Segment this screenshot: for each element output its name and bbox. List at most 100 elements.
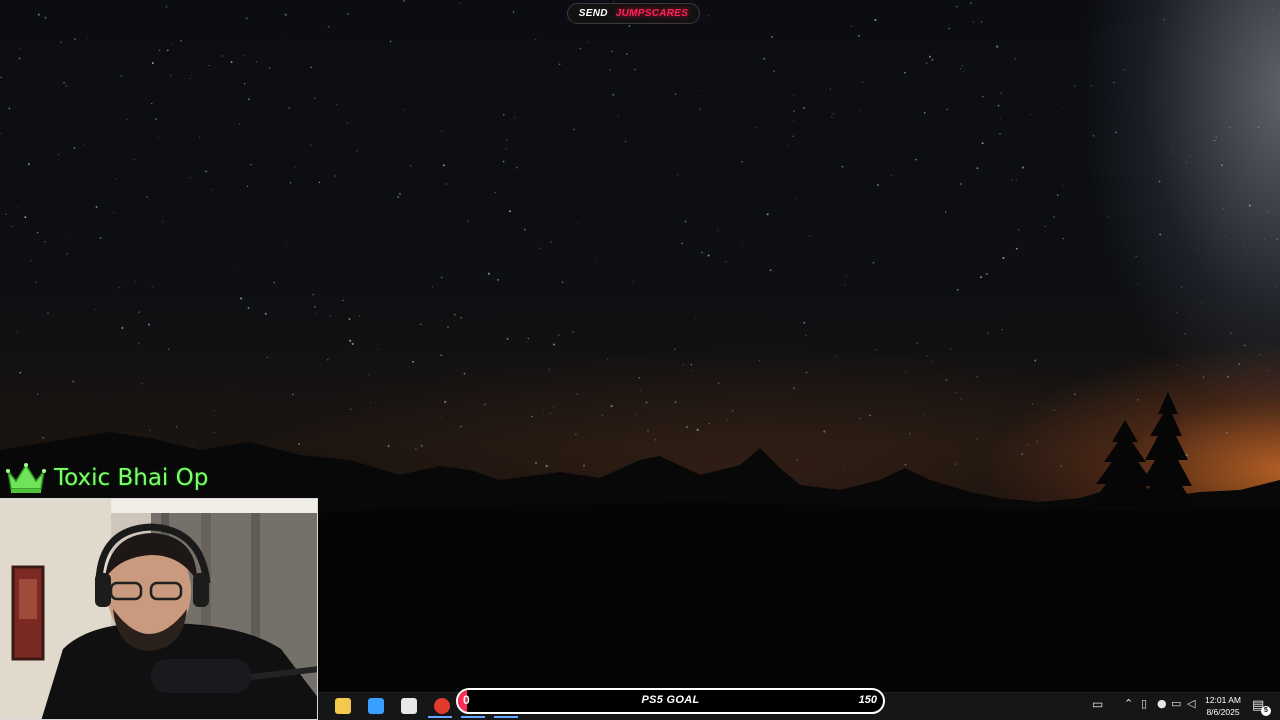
star — [539, 247, 541, 249]
star — [1197, 249, 1198, 251]
star — [857, 34, 860, 37]
keyboard-icon[interactable]: ▭ — [1092, 697, 1103, 711]
taskbar-clock[interactable]: 12:01 AM 8/6/2025 — [1200, 694, 1246, 718]
star — [862, 81, 864, 84]
star — [347, 13, 349, 15]
star — [162, 221, 164, 223]
star — [1000, 92, 1002, 94]
star — [905, 370, 907, 372]
star — [460, 316, 463, 319]
star — [410, 165, 412, 167]
star — [707, 254, 710, 257]
star — [154, 118, 157, 120]
star — [60, 41, 62, 44]
star — [420, 68, 422, 70]
network-icon[interactable]: ▭ — [1171, 697, 1181, 710]
star — [447, 164, 449, 166]
star — [803, 321, 806, 324]
star — [872, 261, 875, 264]
star — [138, 311, 141, 314]
star — [34, 281, 37, 284]
star — [506, 138, 508, 141]
star — [923, 111, 926, 114]
star — [463, 372, 466, 375]
clock-time: 12:01 AM — [1205, 695, 1241, 705]
device-icon[interactable]: ▯ — [1141, 697, 1147, 710]
star — [904, 71, 906, 74]
star — [1244, 344, 1246, 347]
microphone-icon[interactable]: ● — [1157, 697, 1167, 710]
star — [1188, 155, 1191, 157]
star — [956, 5, 958, 8]
star — [609, 69, 611, 71]
star — [579, 47, 582, 50]
star — [1092, 134, 1095, 137]
star — [1017, 229, 1020, 231]
star — [717, 230, 719, 231]
star — [844, 284, 846, 286]
star — [18, 57, 21, 60]
store-icon[interactable] — [368, 698, 384, 714]
star — [613, 0, 615, 3]
star — [5, 213, 7, 215]
streamer-name: Toxic Bhai Op — [54, 465, 209, 491]
star — [24, 216, 27, 219]
star — [1030, 114, 1032, 116]
star — [11, 226, 13, 228]
star — [446, 326, 450, 329]
star — [0, 76, 3, 79]
star — [802, 107, 805, 110]
star — [524, 228, 526, 231]
folder-icon[interactable] — [335, 698, 351, 714]
star — [961, 65, 963, 67]
star — [611, 50, 613, 52]
star — [1227, 375, 1230, 378]
mail-icon[interactable] — [401, 698, 417, 714]
chrome-icon[interactable] — [434, 698, 450, 714]
star — [1201, 301, 1203, 303]
star — [985, 272, 988, 275]
star — [314, 306, 316, 308]
chevron-up-icon[interactable]: ⌃ — [1124, 697, 1133, 710]
star — [1213, 139, 1216, 142]
star — [1053, 216, 1056, 219]
send-jumpscares-banner[interactable]: SEND JUMPSCARES — [567, 3, 700, 24]
star — [756, 126, 757, 128]
star — [577, 222, 579, 224]
star — [1276, 238, 1278, 240]
star — [960, 68, 962, 70]
star — [191, 74, 193, 76]
star — [199, 136, 201, 138]
star — [1220, 164, 1223, 167]
star — [684, 220, 687, 223]
star — [348, 318, 351, 320]
star — [987, 332, 990, 334]
star — [1185, 162, 1187, 163]
star — [682, 364, 684, 366]
volume-icon[interactable]: ◁ — [1187, 697, 1195, 710]
star — [980, 21, 983, 23]
star — [681, 242, 684, 245]
star — [1244, 251, 1246, 253]
star — [255, 61, 258, 63]
star — [230, 61, 233, 64]
star — [941, 373, 943, 375]
star — [236, 267, 238, 268]
star — [1244, 245, 1246, 247]
star — [926, 354, 928, 357]
star — [617, 116, 619, 117]
star — [134, 280, 136, 282]
star — [327, 25, 330, 28]
star — [695, 317, 697, 319]
star — [996, 45, 999, 48]
star — [390, 40, 392, 43]
star — [268, 67, 271, 69]
star — [487, 272, 490, 275]
star — [691, 370, 693, 372]
star — [1137, 283, 1139, 286]
star — [65, 84, 68, 87]
star — [326, 358, 329, 361]
star — [246, 185, 249, 188]
star — [553, 343, 555, 346]
star — [1248, 204, 1251, 207]
